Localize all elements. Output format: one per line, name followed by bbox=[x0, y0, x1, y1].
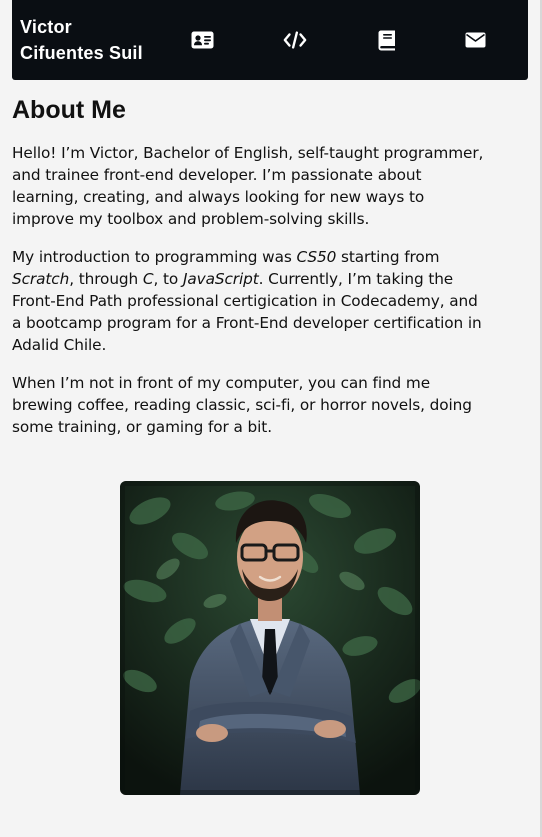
about-section: About Me Hello! I’m Victor, Bachelor of … bbox=[12, 94, 490, 454]
brand-last-name: Cifuentes Suil bbox=[20, 43, 143, 63]
portrait-illustration bbox=[120, 481, 420, 795]
about-paragraph-hobbies: When I’m not in front of my computer, yo… bbox=[12, 374, 472, 436]
code-icon bbox=[283, 31, 307, 49]
about-paragraph-intro: Hello! I’m Victor, Bachelor of English, … bbox=[12, 144, 484, 228]
text-run: starting from bbox=[336, 248, 440, 266]
text-run: , through bbox=[69, 270, 143, 288]
text-run: , to bbox=[153, 270, 183, 288]
portrait-photo bbox=[120, 481, 420, 795]
italic-c: C bbox=[142, 270, 154, 288]
site-brand[interactable]: Victor Cifuentes Suil bbox=[20, 14, 170, 66]
italic-javascript: JavaScript bbox=[182, 270, 259, 288]
italic-cs50: CS50 bbox=[296, 248, 337, 266]
brand-first-name: Victor bbox=[20, 17, 72, 37]
about-heading: About Me bbox=[12, 96, 126, 124]
italic-scratch: Scratch bbox=[12, 270, 70, 288]
nav-link-about[interactable] bbox=[190, 28, 214, 52]
envelope-icon bbox=[465, 32, 485, 48]
about-paragraph-programming: My introduction to programming was CS50 … bbox=[12, 246, 490, 356]
nav-link-projects[interactable] bbox=[283, 28, 307, 52]
nav-link-contact[interactable] bbox=[463, 28, 487, 52]
nav-link-blog[interactable] bbox=[375, 28, 399, 52]
page: Victor Cifuentes Suil About Me Hello! I’… bbox=[0, 0, 542, 837]
top-navbar: Victor Cifuentes Suil bbox=[12, 0, 528, 80]
id-card-icon bbox=[191, 31, 213, 49]
text-run: My introduction to programming was bbox=[12, 248, 297, 266]
book-icon bbox=[378, 30, 395, 50]
